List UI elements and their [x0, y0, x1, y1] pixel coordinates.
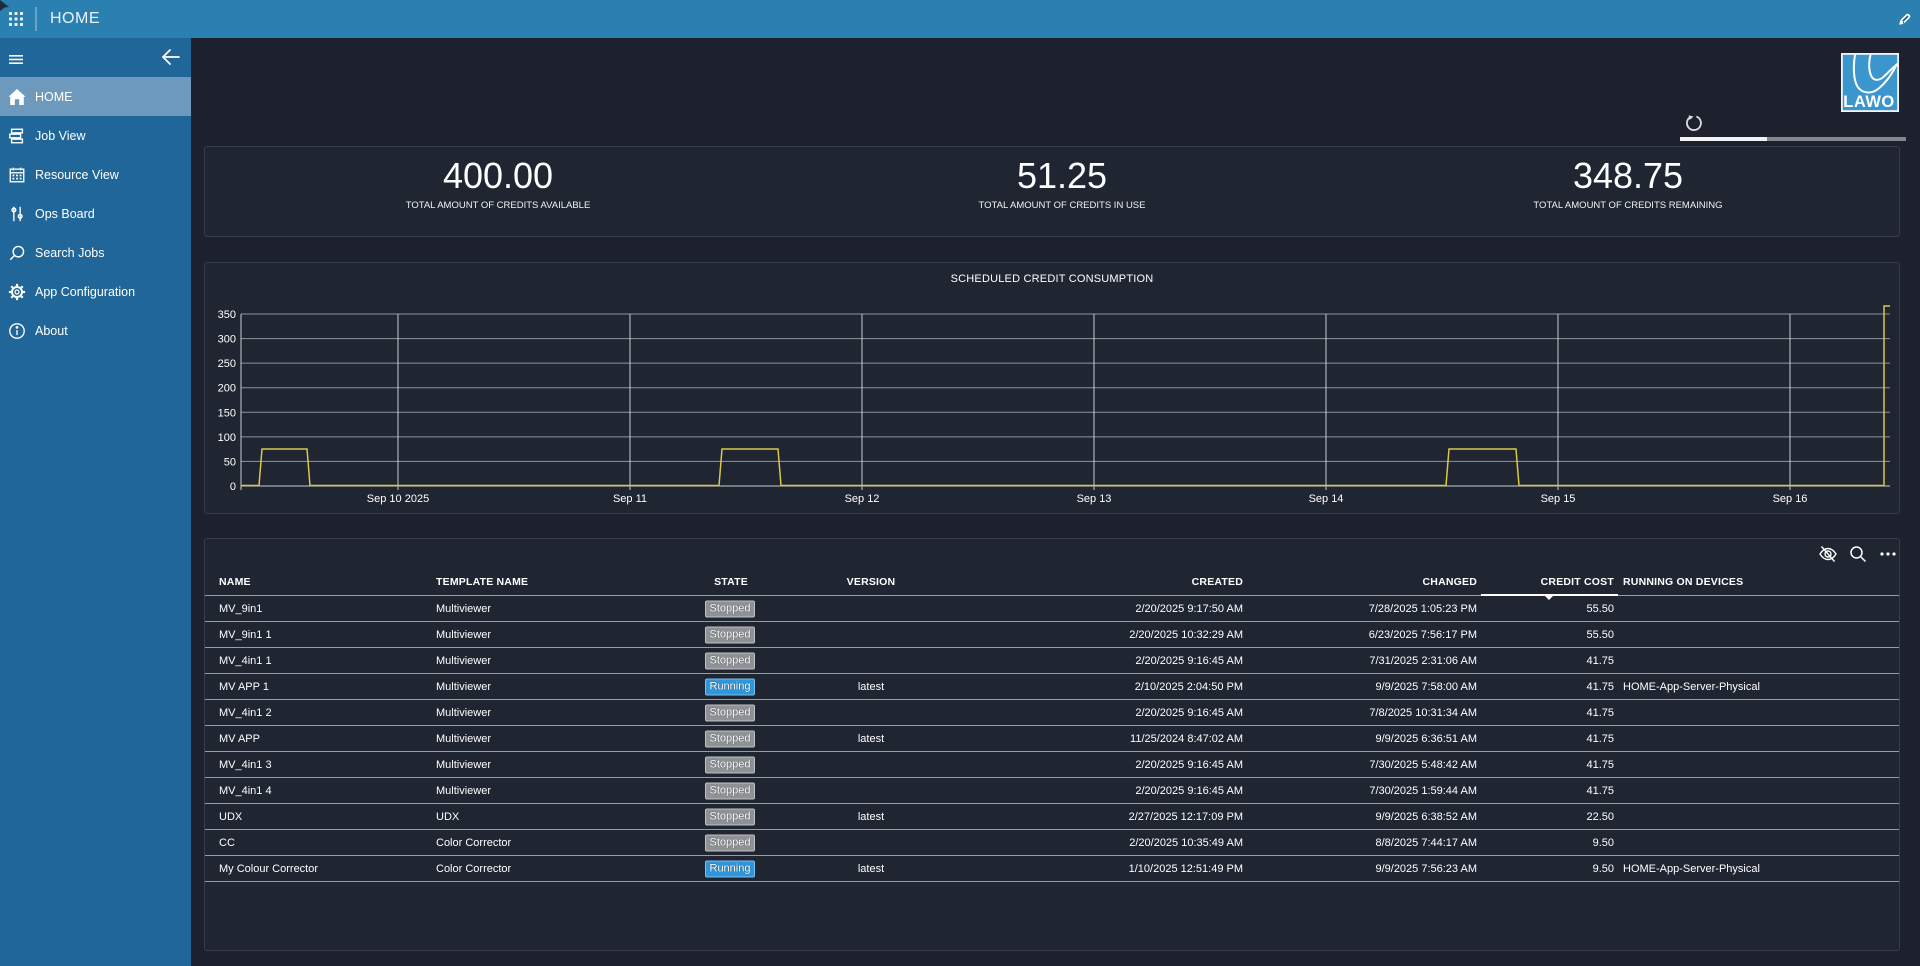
- svg-text:LAWO: LAWO: [1843, 93, 1895, 111]
- svg-text:100: 100: [218, 432, 236, 444]
- svg-text:Sep 14: Sep 14: [1309, 493, 1344, 505]
- svg-text:Sep 16: Sep 16: [1773, 493, 1808, 505]
- svg-text:Sep 10 2025: Sep 10 2025: [367, 493, 429, 505]
- svg-text:50: 50: [224, 456, 236, 468]
- svg-text:300: 300: [218, 334, 236, 346]
- svg-text:0: 0: [230, 481, 236, 493]
- svg-text:350: 350: [218, 309, 236, 321]
- svg-text:Sep 13: Sep 13: [1077, 493, 1112, 505]
- svg-text:Sep 12: Sep 12: [845, 493, 880, 505]
- svg-text:200: 200: [218, 383, 236, 395]
- svg-text:Sep 15: Sep 15: [1541, 493, 1576, 505]
- svg-text:Sep 11: Sep 11: [613, 493, 647, 505]
- svg-text:250: 250: [218, 358, 236, 370]
- svg-text:150: 150: [218, 407, 236, 419]
